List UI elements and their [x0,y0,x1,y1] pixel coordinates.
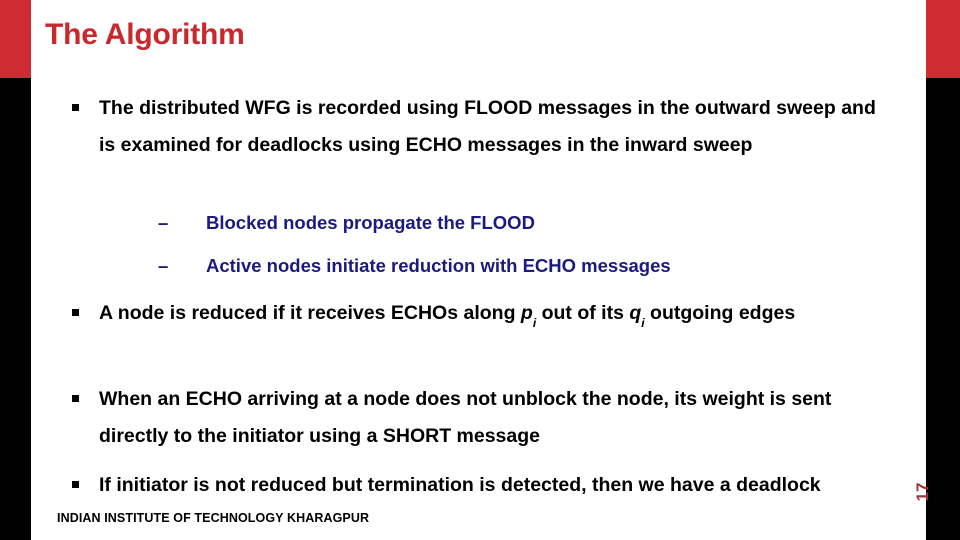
bullet-text-segment: out of its [536,302,630,324]
right-accent-bar-black [926,78,960,540]
variable-p-i: pi [520,302,537,330]
square-bullet-icon [72,295,99,332]
page-number: 17 [913,482,932,502]
slide-canvas: The Algorithm The distributed WFG is rec… [0,0,960,540]
sub-bullet-item: – Blocked nodes propagate the FLOOD [158,206,898,240]
bullet-item: A node is reduced if it receives ECHOs a… [72,295,892,332]
right-accent-bar-red [926,0,960,78]
square-bullet-icon [72,381,99,418]
bullet-item: When an ECHO arriving at a node does not… [72,381,892,455]
sub-bullet-text: Blocked nodes propagate the FLOOD [206,212,535,233]
bullet-text: When an ECHO arriving at a node does not… [99,388,832,447]
slide-footer: INDIAN INSTITUTE OF TECHNOLOGY KHARAGPUR [57,511,370,525]
bullet-text: If initiator is not reduced but terminat… [99,474,821,496]
slide-title: The Algorithm [45,18,245,51]
bullet-text: A node is reduced if it receives ECHOs a… [99,295,892,332]
slide-body: The distributed WFG is recorded using FL… [0,84,926,540]
square-bullet-icon [72,90,99,127]
left-accent-bar-red [0,0,31,78]
dash-bullet-icon: – [158,255,169,276]
dash-bullet-icon: – [158,212,169,233]
sub-bullet-text: Active nodes initiate reduction with ECH… [206,255,671,276]
bullet-text-segment: outgoing edges [644,302,796,324]
sub-bullet-item: – Active nodes initiate reduction with E… [158,249,898,283]
bullet-text-segment: A node is reduced if it receives ECHOs a… [99,302,521,324]
bullet-item: If initiator is not reduced but terminat… [72,467,892,504]
variable-q-i: qi [629,302,645,330]
bullet-item: The distributed WFG is recorded using FL… [72,90,892,164]
square-bullet-icon [72,467,99,504]
bullet-text: The distributed WFG is recorded using FL… [99,97,876,156]
